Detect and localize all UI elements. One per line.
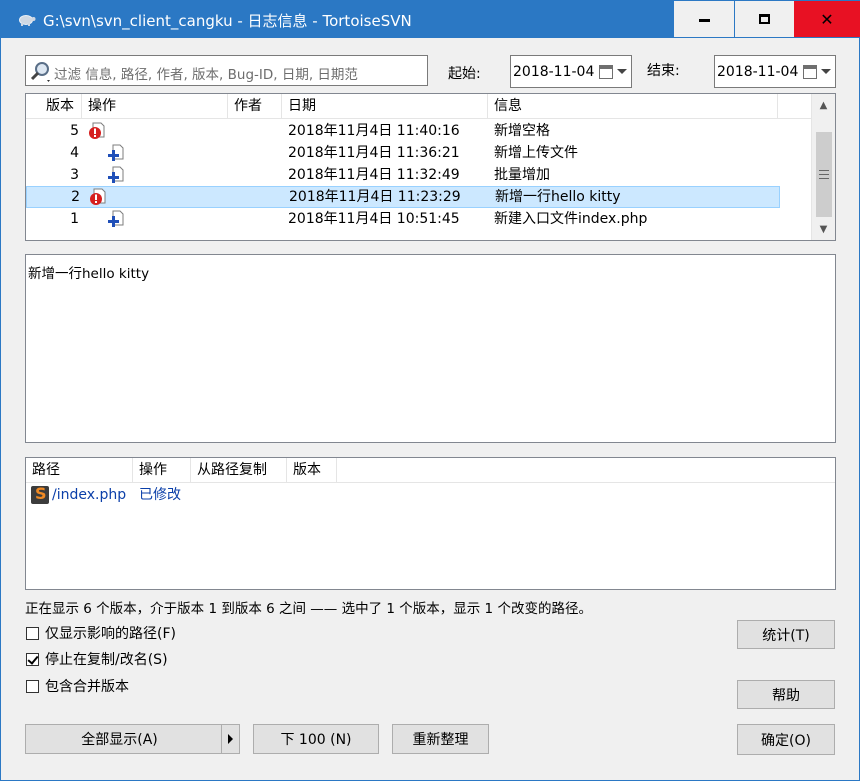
scroll-thumb[interactable]	[816, 132, 832, 217]
checkbox-box-checked[interactable]	[26, 652, 39, 666]
row-date: 2018年11月4日 11:40:16	[288, 123, 460, 139]
row-revision: 2	[71, 189, 80, 205]
checkbox-label: 仅显示影响的路径(F)	[45, 626, 176, 642]
to-date-picker[interactable]: 2018-11-04	[714, 55, 836, 88]
modified-icon	[89, 122, 105, 139]
chevron-right-icon	[228, 734, 233, 744]
column-path-action[interactable]: 操作	[133, 458, 191, 483]
from-date-value: 2018-11-04	[513, 64, 595, 80]
title-bar[interactable]: G:\svn\svn_client_cangku - 日志信息 - Tortoi…	[1, 1, 860, 38]
column-revision[interactable]: 版本	[26, 94, 82, 119]
changed-path-row[interactable]: /index.php 已修改	[26, 483, 426, 506]
modified-icon	[90, 188, 106, 205]
status-text: 正在显示 6 个版本，介于版本 1 到版本 6 之间 —— 选中了 1 个版本，…	[25, 601, 592, 617]
checkbox-box[interactable]	[26, 626, 39, 640]
chevron-down-icon	[617, 69, 627, 74]
to-date-label: 结束:	[647, 63, 680, 79]
column-path[interactable]: 路径	[26, 458, 133, 483]
row-revision: 3	[70, 167, 79, 183]
row-revision: 4	[70, 145, 79, 161]
to-date-value: 2018-11-04	[717, 64, 799, 80]
filter-placeholder: 过滤 信息, 路径, 作者, 版本, Bug-ID, 日期, 日期范	[54, 67, 358, 83]
added-icon	[108, 144, 124, 161]
row-revision: 1	[70, 211, 79, 227]
checkbox-box[interactable]	[26, 679, 39, 693]
from-date-picker[interactable]: 2018-11-04	[510, 55, 632, 88]
row-date: 2018年11月4日 11:36:21	[288, 145, 460, 161]
show-all-label: 全部显示(A)	[81, 732, 158, 748]
grip-icon	[819, 170, 829, 179]
column-actions[interactable]: 操作	[82, 94, 228, 119]
column-author[interactable]: 作者	[228, 94, 282, 119]
filter-search-input[interactable]: 过滤 信息, 路径, 作者, 版本, Bug-ID, 日期, 日期范	[25, 55, 428, 86]
scroll-up-icon[interactable]: ▲	[812, 95, 835, 115]
row-message: 新增上传文件	[494, 145, 578, 161]
revision-list[interactable]: 版本 操作 作者 日期 信息 5 2018年11月4日 11:40:16 新增空…	[25, 93, 836, 241]
next-100-button[interactable]: 下 100 (N)	[253, 724, 379, 754]
revision-row-selected[interactable]: 2 2018年11月4日 11:23:29 新增一行hello kitty	[26, 186, 780, 208]
close-button[interactable]: ✕	[794, 1, 860, 37]
row-message: 批量增加	[494, 167, 550, 183]
ok-button[interactable]: 确定(O)	[737, 724, 835, 755]
refresh-button[interactable]: 重新整理	[392, 724, 489, 754]
minimize-button[interactable]	[674, 1, 734, 37]
column-date[interactable]: 日期	[282, 94, 488, 119]
row-message: 新增一行hello kitty	[495, 189, 621, 205]
from-date-label: 起始:	[448, 66, 481, 82]
maximize-icon	[759, 14, 770, 24]
revision-list-header: 版本 操作 作者 日期 信息	[26, 94, 812, 119]
help-button[interactable]: 帮助	[737, 680, 835, 709]
checkbox-label: 包含合并版本	[45, 679, 129, 695]
column-path-revision[interactable]: 版本	[287, 458, 337, 483]
calendar-icon	[803, 65, 817, 79]
revision-row[interactable]: 4 2018年11月4日 11:36:21 新增上传文件	[26, 142, 812, 164]
row-message: 新建入口文件index.php	[494, 211, 648, 227]
row-actions	[84, 120, 234, 142]
changed-path-name: /index.php	[52, 487, 127, 503]
row-actions	[85, 186, 235, 208]
row-message: 新增空格	[494, 123, 550, 139]
tortoise-icon	[19, 15, 36, 26]
row-actions	[84, 208, 234, 230]
changed-paths-list[interactable]: 路径 操作 从路径复制 版本 /index.php 已修改	[25, 457, 836, 590]
scroll-down-icon[interactable]: ▼	[812, 219, 835, 239]
revision-row[interactable]: 3 2018年11月4日 11:32:49 批量增加	[26, 164, 812, 186]
log-message-box[interactable]: 新增一行hello kitty	[25, 254, 836, 443]
row-date: 2018年11月4日 11:23:29	[289, 189, 461, 205]
show-all-split-button[interactable]: 全部显示(A)	[25, 724, 240, 754]
changed-paths-header: 路径 操作 从路径复制 版本	[26, 458, 835, 483]
log-message-text: 新增一行hello kitty	[28, 266, 150, 282]
statistics-button[interactable]: 统计(T)	[737, 620, 835, 649]
include-merged-checkbox[interactable]: 包含合并版本	[26, 676, 129, 696]
added-icon	[108, 166, 124, 183]
column-copy-from[interactable]: 从路径复制	[191, 458, 287, 483]
affected-paths-only-checkbox[interactable]: 仅显示影响的路径(F)	[26, 623, 176, 643]
checkbox-label: 停止在复制/改名(S)	[45, 652, 168, 668]
search-icon	[30, 62, 50, 82]
revision-row[interactable]: 5 2018年11月4日 11:40:16 新增空格	[26, 120, 812, 142]
row-date: 2018年11月4日 10:51:45	[288, 211, 460, 227]
row-date: 2018年11月4日 11:32:49	[288, 167, 460, 183]
row-actions	[84, 164, 234, 186]
added-icon	[108, 210, 124, 227]
revision-list-scrollbar[interactable]: ▲ ▼	[811, 94, 835, 240]
log-dialog-window: G:\svn\svn_client_cangku - 日志信息 - Tortoi…	[0, 0, 860, 781]
row-actions	[84, 142, 234, 164]
column-message[interactable]: 信息	[488, 94, 778, 119]
window-title: G:\svn\svn_client_cangku - 日志信息 - Tortoi…	[43, 12, 412, 30]
sublime-file-icon	[31, 483, 49, 505]
close-icon: ✕	[820, 9, 834, 29]
maximize-button[interactable]	[735, 1, 794, 37]
stop-on-copy-checkbox[interactable]: 停止在复制/改名(S)	[26, 649, 168, 669]
revision-row[interactable]: 1 2018年11月4日 10:51:45 新建入口文件index.php	[26, 208, 812, 230]
changed-path-action: 已修改	[139, 487, 181, 503]
chevron-down-icon	[821, 69, 831, 74]
minimize-icon	[698, 18, 710, 22]
row-revision: 5	[70, 123, 79, 139]
show-all-dropdown[interactable]	[221, 725, 239, 753]
calendar-icon	[599, 65, 613, 79]
